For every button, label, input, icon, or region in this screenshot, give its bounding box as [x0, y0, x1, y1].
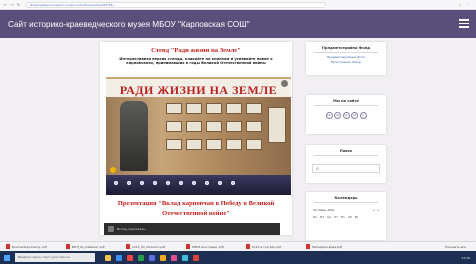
edge-icon[interactable]: [116, 254, 122, 261]
pdf-icon: [186, 244, 190, 249]
ok-icon[interactable]: ok: [334, 112, 341, 119]
calendar-weekdays: Пн Вт Ср Чт Пт Сб Вс: [313, 215, 359, 219]
system-tray-clock[interactable]: 17:15: [461, 256, 470, 260]
pdf-icon: [126, 244, 130, 249]
widget-link[interactable]: Регистрация Закор: [306, 60, 386, 65]
hotspot-dots[interactable]: [114, 181, 235, 185]
address-bar[interactable]: fkarpovskaya.muzeum.ru/wp-content/upload…: [26, 1, 327, 8]
app-icon[interactable]: [171, 254, 177, 261]
photo-frame[interactable]: [186, 103, 202, 114]
social-links: vk ok tg yt f: [306, 112, 386, 119]
download-item[interactable]: 1211_21_Каталог.pdf: [126, 244, 180, 249]
photo-frame[interactable]: [226, 121, 242, 132]
app-icon[interactable]: [149, 254, 155, 261]
download-item[interactable]: Znamenitye-klemy-.pdf: [6, 244, 60, 249]
widget-title: Предметсерийно Фонд: [321, 46, 371, 50]
calendar-header: Октябрь 2021 ← →: [306, 205, 386, 215]
calendar-nav[interactable]: ← →: [373, 208, 379, 212]
play-icon[interactable]: [110, 167, 116, 173]
reload-icon[interactable]: ↻: [17, 2, 20, 7]
folder-icon[interactable]: [105, 254, 111, 261]
back-icon[interactable]: ←: [4, 2, 7, 7]
search-input[interactable]: Q: [312, 164, 380, 173]
statue-image: [120, 101, 148, 171]
fullscreen-icon[interactable]: [281, 80, 288, 87]
stand-subtitle: Интерактивная версия стенда, кликайте по…: [119, 57, 273, 66]
chrome-icon[interactable]: [193, 254, 199, 261]
app-icon[interactable]: [127, 254, 133, 261]
interactive-stand-image[interactable]: РАДИ ЖИЗНИ НА ЗЕМЛЕ: [106, 77, 291, 195]
hamburger-menu-icon[interactable]: [459, 19, 469, 28]
widget-social: Мы на сайте vk ok tg yt f: [306, 95, 386, 134]
video-embed-bar[interactable]: Вклад_карпов4ан...: [104, 223, 280, 235]
download-item[interactable]: ВПЛ_01_Кабинет.pdf: [66, 244, 120, 249]
facebook-icon[interactable]: f: [359, 112, 367, 119]
widget-title: Поиск: [339, 149, 353, 153]
photo-frame[interactable]: [246, 139, 262, 150]
photo-frame[interactable]: [268, 107, 286, 143]
pdf-icon: [246, 244, 250, 249]
telegram-icon[interactable]: tg: [342, 112, 350, 119]
pdf-icon: [66, 244, 70, 249]
site-title[interactable]: Сайт историко-краеведческого музея МБОУ …: [8, 20, 250, 29]
stand-floor: [106, 175, 291, 195]
star-icon[interactable]: ☆: [458, 2, 462, 7]
show-all-downloads-link[interactable]: Показать все: [445, 245, 466, 249]
download-item[interactable]: Материал вода.pdf: [306, 244, 360, 249]
stand-title: Стенд "Ради жизни на Земле": [151, 47, 241, 54]
photo-frame[interactable]: [166, 103, 182, 114]
photo-frame[interactable]: [166, 121, 182, 132]
photo-frame[interactable]: [206, 103, 222, 114]
photo-frame[interactable]: [186, 121, 202, 132]
photo-frame[interactable]: [226, 139, 242, 150]
downloads-bar: Znamenitye-klemy-.pdf ВПЛ_01_Кабинет.pdf…: [0, 241, 476, 251]
browser-toolbar: ← → ↻ fkarpovskaya.muzeum.ru/wp-content/up…: [0, 0, 476, 10]
presentation-title: Презентация "Вклад карповчан в Победу в …: [117, 200, 275, 217]
taskbar-search[interactable]: Введите здесь текст для поиска: [15, 253, 95, 262]
app-icon[interactable]: [182, 254, 188, 261]
windows-start-icon[interactable]: [4, 254, 10, 261]
video-filename: Вклад_карпов4ан...: [117, 227, 148, 231]
site-header: Сайт историко-краеведческого музея МБОУ …: [0, 10, 476, 38]
pdf-icon: [6, 244, 10, 249]
download-item[interactable]: М.25 в год 40х.pdf: [246, 244, 300, 249]
photo-frame[interactable]: [186, 139, 202, 150]
widget-calendar: Календарь Октябрь 2021 ← → Пн Вт Ср Чт Пт Сб В…: [306, 192, 386, 240]
widget-search: Поиск Q: [306, 145, 386, 183]
photo-frame[interactable]: [206, 121, 222, 132]
widget-title: Календарь: [334, 196, 358, 200]
photo-frame[interactable]: [166, 139, 182, 150]
widget-fund: Предметсерийно Фонд Предметсерийные Фото…: [306, 42, 386, 75]
menu-icon[interactable]: ⋮: [466, 2, 470, 7]
widget-title: Мы на сайте: [333, 99, 359, 103]
photo-frame[interactable]: [246, 121, 262, 132]
calendar-month: Октябрь 2021: [313, 208, 335, 212]
vk-icon[interactable]: vk: [325, 112, 333, 119]
taskbar: Введите здесь текст для поиска 17:15: [0, 251, 476, 264]
forward-icon[interactable]: →: [10, 2, 13, 7]
photo-frame[interactable]: [206, 139, 222, 150]
photo-frame[interactable]: [226, 103, 242, 114]
download-item[interactable]: ЛЯКЕ все права .pdf: [186, 244, 240, 249]
file-icon: [108, 226, 114, 232]
app-icon[interactable]: [160, 254, 166, 261]
nav-buttons[interactable]: ← → ↻: [4, 2, 20, 7]
app-icon[interactable]: [138, 254, 144, 261]
stand-banner: РАДИ ЖИЗНИ НА ЗЕМЛЕ: [106, 79, 291, 97]
pdf-icon: [306, 244, 310, 249]
youtube-icon[interactable]: yt: [351, 112, 358, 119]
photo-frame[interactable]: [246, 103, 262, 114]
taskbar-apps: [105, 254, 199, 261]
